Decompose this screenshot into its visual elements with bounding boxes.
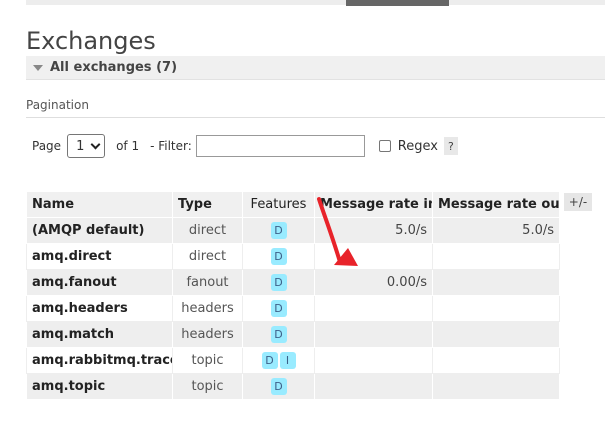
column-header-type[interactable]: Type — [172, 191, 243, 218]
exchange-features: D — [242, 217, 315, 244]
column-header-name[interactable]: Name — [26, 191, 173, 218]
rate-in — [314, 321, 433, 348]
exchange-features: D — [242, 269, 315, 296]
rate-in: 5.0/s — [314, 217, 433, 244]
rate-in — [314, 295, 433, 322]
exchange-type: direct — [172, 217, 243, 244]
regex-label: Regex — [397, 138, 438, 154]
exchange-name-link[interactable]: amq.topic — [26, 373, 173, 400]
rate-out: 5.0/s — [432, 217, 560, 244]
column-toggle-button[interactable]: +/- — [564, 193, 592, 211]
rate-out — [432, 243, 560, 270]
internal-badge: I — [279, 352, 296, 369]
durable-badge: D — [270, 274, 287, 291]
exchange-type: direct — [172, 243, 243, 270]
table-row: amq.direct direct D — [26, 243, 560, 270]
page-select-value: 1 — [76, 138, 85, 154]
durable-badge: D — [270, 222, 287, 239]
collapse-triangle-icon — [33, 64, 43, 71]
column-header-features: Features — [242, 191, 315, 218]
page-select[interactable]: 1 — [67, 134, 106, 158]
exchange-features: D — [242, 321, 315, 348]
rate-out — [432, 373, 560, 400]
table-row: amq.topic topic D — [26, 373, 560, 400]
exchange-type: fanout — [172, 269, 243, 296]
filter-input[interactable] — [195, 135, 365, 157]
durable-badge: D — [261, 352, 278, 369]
durable-badge: D — [270, 326, 287, 343]
table-row: amq.rabbitmq.trace topic DI — [26, 347, 560, 374]
section-label: All exchanges (7) — [50, 60, 178, 75]
pagination-label: Pagination — [26, 98, 89, 112]
exchange-features: D — [242, 295, 315, 322]
top-divider — [26, 0, 605, 5]
table-header-row: Name Type Features Message rate in Messa… — [26, 191, 560, 218]
exchange-features: D — [242, 373, 315, 400]
pagination-divider — [26, 117, 605, 118]
page-label: Page — [32, 139, 62, 153]
durable-badge: D — [270, 378, 287, 395]
durable-badge: D — [270, 248, 287, 265]
rate-out — [432, 295, 560, 322]
exchange-type: headers — [172, 321, 243, 348]
rate-out — [432, 321, 560, 348]
exchanges-table: Name Type Features Message rate in Messa… — [26, 191, 560, 400]
exchange-name-link[interactable]: amq.direct — [26, 243, 173, 270]
exchange-name-link[interactable]: amq.match — [26, 321, 173, 348]
active-nav-tab[interactable] — [346, 0, 449, 6]
rate-in — [314, 373, 433, 400]
rate-in — [314, 347, 433, 374]
rate-in: 0.00/s — [314, 269, 433, 296]
exchange-features: DI — [242, 347, 315, 374]
rate-in — [314, 243, 433, 270]
table-row: amq.fanout fanout D 0.00/s — [26, 269, 560, 296]
table-row: amq.match headers D — [26, 321, 560, 348]
rate-out — [432, 269, 560, 296]
exchange-features: D — [242, 243, 315, 270]
rate-out — [432, 347, 560, 374]
filter-label: - Filter: — [150, 139, 192, 153]
exchange-name-link[interactable]: amq.fanout — [26, 269, 173, 296]
exchange-type: headers — [172, 295, 243, 322]
regex-help-button[interactable]: ? — [443, 137, 458, 155]
column-header-rate-in[interactable]: Message rate in — [314, 191, 433, 218]
chevron-down-icon — [90, 139, 101, 149]
table-row: amq.headers headers D — [26, 295, 560, 322]
exchange-name-link[interactable]: amq.headers — [26, 295, 173, 322]
table-row: (AMQP default) direct D 5.0/s 5.0/s — [26, 217, 560, 244]
regex-checkbox[interactable] — [378, 140, 391, 152]
durable-badge: D — [270, 300, 287, 317]
exchange-name-link[interactable]: (AMQP default) — [26, 217, 173, 244]
page-count-label: of 1 — [116, 139, 140, 153]
exchange-name-link[interactable]: amq.rabbitmq.trace — [26, 347, 173, 374]
exchange-type: topic — [172, 347, 243, 374]
page-title: Exchanges — [26, 27, 156, 55]
all-exchanges-toggle[interactable]: All exchanges (7) — [26, 56, 605, 80]
column-header-rate-out[interactable]: Message rate out — [432, 191, 560, 218]
pagination-controls: Page 1 of 1 - Filter: Regex ? — [32, 134, 458, 158]
exchange-type: topic — [172, 373, 243, 400]
